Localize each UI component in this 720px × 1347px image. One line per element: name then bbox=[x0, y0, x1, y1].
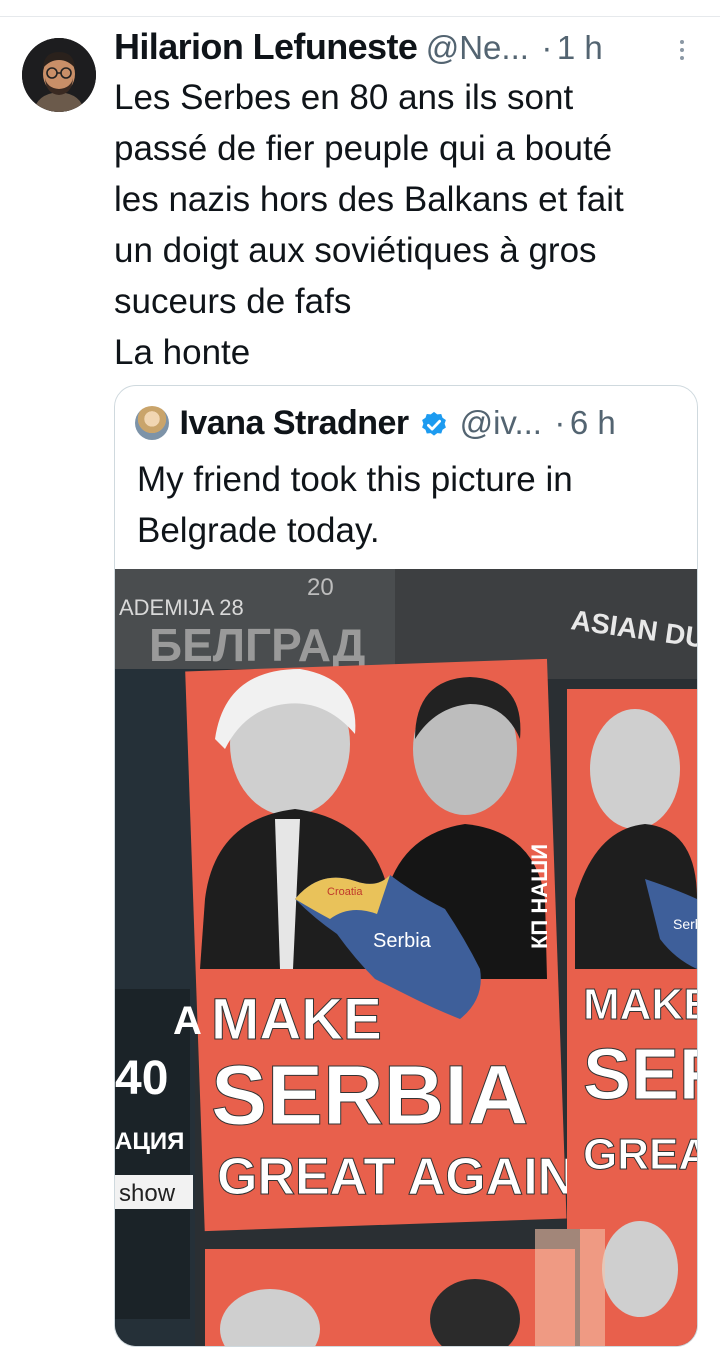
slogan-line-2: SERBIA bbox=[211, 1048, 528, 1142]
quoted-post-photo[interactable]: ADEMIJA 28 20 БЕЛГРАД ASIAN DU Croatia S… bbox=[115, 569, 697, 1346]
poster-side-text: КП НАШИ bbox=[527, 844, 552, 949]
quoted-post-header: Ivana Stradner @iv... · 6 h bbox=[135, 404, 616, 446]
slogan-line-1: MAKE bbox=[211, 987, 382, 1052]
right-slogan-line-1: MAKE bbox=[583, 980, 697, 1029]
right-map-label: Serbi bbox=[673, 916, 697, 932]
quoted-author-handle[interactable]: @iv... bbox=[460, 404, 542, 441]
more-options-icon[interactable] bbox=[678, 40, 686, 64]
left-edge-show-text: show bbox=[119, 1180, 176, 1207]
quoted-author-name[interactable]: Ivana Stradner bbox=[179, 404, 409, 442]
author-avatar[interactable] bbox=[22, 38, 96, 112]
photo-number-text: 20 bbox=[307, 574, 334, 601]
post-time[interactable]: 1 h bbox=[557, 29, 603, 66]
author-name[interactable]: Hilarion Lefuneste bbox=[114, 26, 418, 67]
verified-badge-icon bbox=[419, 410, 449, 445]
photo-cyrillic-banner: БЕЛГРАД bbox=[149, 619, 365, 671]
left-edge-letter: A bbox=[173, 999, 202, 1043]
slogan-line-3: GREAT AGAIN bbox=[217, 1148, 575, 1206]
header-separator: · bbox=[541, 29, 553, 66]
quoted-post-card[interactable]: Ivana Stradner @iv... · 6 h My friend to… bbox=[114, 385, 698, 1347]
map-croatia-label: Croatia bbox=[327, 886, 363, 898]
photo-street-text: ADEMIJA 28 bbox=[119, 595, 244, 620]
post-text: Les Serbes en 80 ans ils sont passé de f… bbox=[114, 78, 624, 372]
quoted-author-avatar[interactable] bbox=[135, 406, 169, 440]
right-slogan-line-3: GREAT A bbox=[583, 1130, 697, 1179]
map-serbia-label: Serbia bbox=[373, 930, 432, 952]
memoji-avatar-icon bbox=[22, 38, 96, 112]
quoted-header-separator: · bbox=[554, 404, 566, 441]
quoted-post-text: My friend took this picture in Belgrade … bbox=[137, 460, 573, 550]
left-edge-cyrillic: АЦИЯ bbox=[115, 1128, 184, 1155]
author-handle[interactable]: @Ne... bbox=[426, 29, 529, 66]
right-slogan-line-2: SER bbox=[583, 1035, 697, 1115]
quoted-post-time[interactable]: 6 h bbox=[570, 404, 616, 441]
top-divider bbox=[0, 0, 720, 17]
left-edge-digits: 40 bbox=[115, 1052, 168, 1105]
post-header: Hilarion Lefuneste @Ne... · 1 h bbox=[114, 26, 704, 72]
